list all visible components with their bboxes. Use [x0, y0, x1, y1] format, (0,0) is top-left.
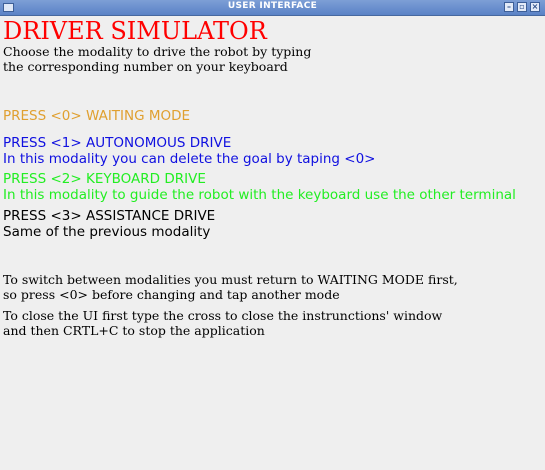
mode-assistance-description: Same of the previous modality [3, 224, 211, 240]
app-window: USER INTERFACE – ▫ × DRIVER SIMULATOR Ch… [0, 0, 545, 470]
close-instruction-line-2: and then CRTL+C to stop the application [3, 323, 265, 338]
close-icon[interactable]: × [530, 2, 540, 12]
close-instruction-line-1: To close the UI first type the cross to … [3, 308, 443, 323]
mode-keyboard-label: PRESS <2> KEYBOARD DRIVE [3, 171, 206, 187]
window-title: USER INTERFACE [227, 1, 318, 11]
switch-instruction-line-1: To switch between modalities you must re… [3, 272, 458, 287]
mode-autonomous-description: In this modality you can delete the goal… [3, 151, 376, 167]
switch-instruction-line-2: so press <0> before changing and tap ano… [3, 287, 340, 302]
mode-autonomous-label: PRESS <1> AUTONOMOUS DRIVE [3, 135, 232, 151]
maximize-icon[interactable]: ▫ [517, 2, 527, 12]
intro-line-2: the corresponding number on your keyboar… [3, 59, 288, 74]
mode-assistance-label: PRESS <3> ASSISTANCE DRIVE [3, 208, 216, 224]
mode-waiting-label: PRESS <0> WAITING MODE [3, 108, 191, 124]
mode-keyboard-description: In this modality to guide the robot with… [3, 187, 516, 203]
page-title: DRIVER SIMULATOR [3, 17, 267, 45]
window-titlebar[interactable]: USER INTERFACE – ▫ × [0, 0, 545, 16]
intro-line-1: Choose the modality to drive the robot b… [3, 44, 312, 59]
minimize-icon[interactable]: – [504, 2, 514, 12]
